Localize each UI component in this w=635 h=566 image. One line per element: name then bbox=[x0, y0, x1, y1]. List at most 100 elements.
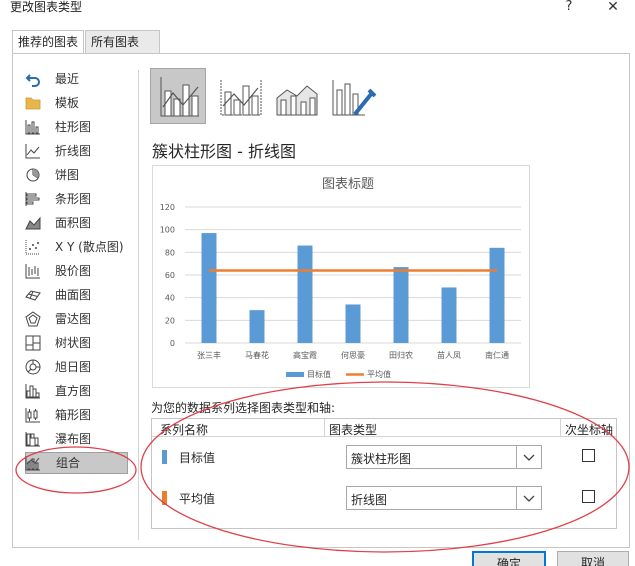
sidebar-item-label: 旭日图 bbox=[55, 360, 92, 374]
sidebar-item-surface[interactable]: 曲面图 bbox=[25, 284, 129, 306]
area-chart-icon bbox=[25, 216, 41, 230]
treemap-chart-icon bbox=[25, 335, 41, 351]
bar-目标值 bbox=[297, 245, 313, 343]
sidebar-item-label: 柱形图 bbox=[55, 120, 92, 134]
custom-combination-icon bbox=[332, 80, 377, 116]
bar-目标值 bbox=[201, 233, 217, 343]
sidebar-item-label: 组合 bbox=[56, 456, 81, 470]
sidebar-item-label: 条形图 bbox=[55, 192, 92, 206]
sidebar-item-label: 最近 bbox=[55, 72, 80, 86]
subtype-stacked-area-column[interactable] bbox=[269, 68, 325, 124]
series-row: 平均值 折线图 bbox=[152, 484, 616, 512]
surface-chart-icon bbox=[25, 290, 41, 301]
chart-title: 图表标题 bbox=[322, 177, 374, 192]
line-chart-icon bbox=[25, 144, 40, 159]
subtype-custom-combination[interactable] bbox=[325, 68, 381, 124]
dropdown-button[interactable] bbox=[516, 487, 541, 509]
bar-目标值 bbox=[441, 287, 457, 343]
legend-label: 目标值 bbox=[307, 369, 331, 379]
bar-chart-icon bbox=[25, 192, 40, 206]
sidebar-item-label: 折线图 bbox=[55, 144, 92, 158]
subtype-clustered-column-line[interactable] bbox=[150, 68, 206, 124]
header-divider bbox=[152, 436, 616, 437]
select-value: 簇状柱形图 bbox=[351, 452, 412, 466]
x-tick-label: 马春花 bbox=[245, 350, 269, 360]
sidebar-item-pie[interactable]: 饼图 bbox=[25, 164, 129, 186]
sidebar-item-treemap[interactable]: 树状图 bbox=[25, 332, 129, 354]
y-tick-label: 60 bbox=[165, 271, 175, 280]
bar-目标值 bbox=[249, 310, 265, 343]
x-tick-label: 南仁通 bbox=[485, 350, 509, 360]
sidebar-item-label: X Y (散点图) bbox=[55, 240, 124, 254]
sidebar-item-waterfall[interactable]: 瀑布图 bbox=[25, 428, 129, 450]
combo-chart: 图表标题 0 20 40 60 80 100 120 张三丰 马春花 高宝霞 何思豪 田归农 苗人凤 南仁通… bbox=[160, 177, 521, 379]
sidebar-item-label: 股价图 bbox=[55, 264, 92, 278]
sidebar-item-label: 直方图 bbox=[55, 384, 92, 398]
chart-preview: 图表标题 0 20 40 60 80 100 120 张三丰 马春花 高宝霞 何思豪 田归农 苗人凤 南仁通… bbox=[152, 165, 530, 388]
sidebar-item-box-whisker[interactable]: 箱形图 bbox=[25, 404, 129, 426]
radar-chart-icon bbox=[25, 311, 41, 327]
sidebar-item-column[interactable]: 柱形图 bbox=[25, 116, 129, 138]
legend-label: 平均值 bbox=[367, 369, 391, 379]
chart-type-select[interactable]: 折线图 bbox=[346, 486, 542, 510]
secondary-axis-checkbox[interactable] bbox=[582, 490, 595, 503]
legend-swatch bbox=[286, 372, 304, 377]
folder-icon bbox=[25, 97, 41, 110]
sidebar-item-scatter[interactable]: X Y (散点图) bbox=[25, 236, 129, 258]
box-whisker-chart-icon bbox=[25, 408, 40, 423]
sunburst-chart-icon bbox=[25, 359, 41, 375]
sidebar-item-label: 箱形图 bbox=[55, 408, 92, 422]
tab-all-charts[interactable]: 所有图表 bbox=[85, 30, 160, 54]
y-tick-label: 0 bbox=[170, 339, 175, 348]
series-color-swatch bbox=[162, 491, 167, 505]
sidebar-item-stock[interactable]: 股价图 bbox=[25, 260, 129, 282]
close-button[interactable]: ✕ bbox=[604, 0, 622, 14]
bar-目标值 bbox=[345, 304, 361, 343]
sidebar-item-area[interactable]: 面积图 bbox=[25, 212, 129, 234]
y-tick-label: 80 bbox=[165, 248, 175, 257]
scatter-chart-icon bbox=[25, 240, 40, 255]
series-color-swatch bbox=[162, 450, 167, 464]
tab-recommended[interactable]: 推荐的图表 bbox=[12, 30, 84, 54]
sidebar-item-bar[interactable]: 条形图 bbox=[25, 188, 129, 210]
cancel-button[interactable]: 取消 bbox=[557, 551, 629, 566]
y-tick-label: 120 bbox=[160, 203, 175, 212]
chart-type-heading: 簇状柱形图 - 折线图 bbox=[152, 142, 296, 161]
ok-button[interactable]: 确定 bbox=[472, 551, 546, 566]
sidebar-item-label: 饼图 bbox=[55, 168, 80, 182]
subtype-column-line-secondary[interactable] bbox=[213, 68, 269, 124]
bar-目标值 bbox=[393, 267, 409, 343]
x-tick-label: 苗人凤 bbox=[437, 351, 461, 360]
sidebar-item-combo[interactable]: 组合 bbox=[25, 452, 128, 474]
y-tick-label: 20 bbox=[165, 316, 175, 325]
sidebar-item-label: 曲面图 bbox=[55, 288, 92, 302]
sidebar-item-templates[interactable]: 模板 bbox=[25, 92, 129, 114]
sidebar-item-label: 模板 bbox=[55, 96, 80, 110]
stock-chart-icon bbox=[25, 264, 40, 279]
title-bar: 更改图表类型 ? ✕ bbox=[0, 0, 635, 28]
sidebar-item-sunburst[interactable]: 旭日图 bbox=[25, 356, 129, 378]
stacked-area-clustered-column-icon bbox=[276, 85, 318, 116]
x-tick-label: 高宝霞 bbox=[293, 350, 317, 360]
x-tick-label: 田归农 bbox=[389, 350, 413, 360]
sidebar-item-line[interactable]: 折线图 bbox=[25, 140, 129, 162]
series-name: 平均值 bbox=[179, 492, 216, 506]
secondary-axis-checkbox[interactable] bbox=[582, 449, 595, 462]
chart-type-select[interactable]: 簇状柱形图 bbox=[346, 445, 542, 469]
sidebar-item-radar[interactable]: 雷达图 bbox=[25, 308, 129, 330]
series-table: 系列名称 图表类型 次坐标轴 目标值 簇状柱形图 平均值 折线图 bbox=[151, 418, 617, 529]
sidebar-item-label: 瀑布图 bbox=[55, 432, 92, 446]
column-separator bbox=[560, 419, 561, 436]
pane-divider bbox=[138, 70, 139, 540]
sidebar-item-label: 面积图 bbox=[55, 216, 92, 230]
sidebar-item-label: 树状图 bbox=[55, 336, 92, 350]
dropdown-button[interactable] bbox=[516, 446, 541, 468]
sidebar-item-histogram[interactable]: 直方图 bbox=[25, 380, 129, 402]
column-separator bbox=[324, 419, 325, 436]
help-button[interactable]: ? bbox=[560, 0, 578, 14]
bar-目标值 bbox=[489, 247, 505, 343]
chevron-down-icon bbox=[523, 495, 535, 502]
undo-icon bbox=[25, 74, 40, 87]
clustered-column-line-secondary-axis-icon bbox=[220, 80, 262, 116]
sidebar-item-recent[interactable]: 最近 bbox=[25, 68, 129, 90]
